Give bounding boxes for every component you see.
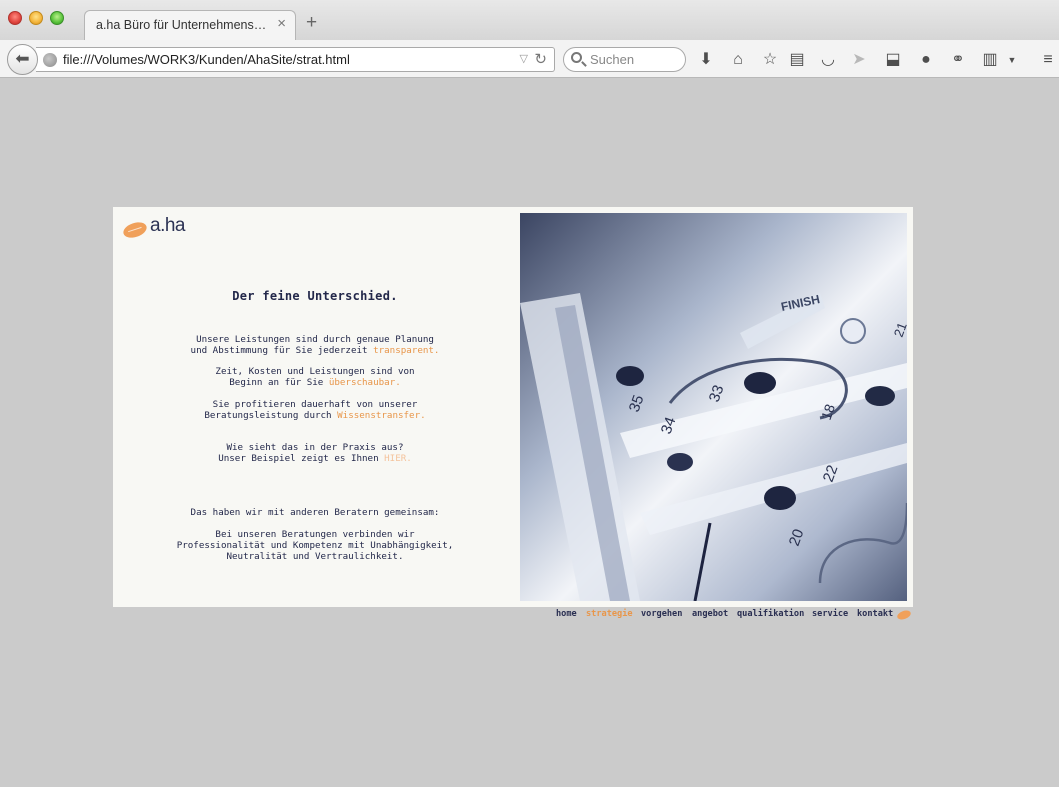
highlight-ueberschaubar: überschaubar. <box>328 377 401 388</box>
highlight-wissenstransfer: Wissenstransfer. <box>337 410 426 421</box>
paragraph-line: Neutralität und Vertraulichkeit. <box>226 551 404 562</box>
window-titlebar: a.ha Büro für Unternehmensfü… × + <box>0 0 1059 40</box>
back-arrow-icon: ⬅ <box>15 49 30 68</box>
url-bar[interactable]: file:///Volumes/WORK3/Kunden/AhaSite/str… <box>36 47 555 72</box>
search-bar[interactable]: Suchen <box>563 47 686 72</box>
nav-logo-mark-icon <box>896 608 912 622</box>
paragraph-line: Bei unseren Beratungen verbinden wir <box>215 529 415 540</box>
logo-text: a.ha <box>150 215 185 236</box>
reading-list-icon[interactable]: ▤ <box>787 50 807 70</box>
content-card: a.ha Der feine Unterschied. Unsere Leist… <box>113 207 913 607</box>
url-history-dropdown-icon[interactable]: ▽ <box>520 52 528 65</box>
reload-icon[interactable]: ↻ <box>534 50 547 68</box>
aha-logo[interactable]: a.ha <box>121 215 193 241</box>
close-window-button[interactable] <box>8 11 22 25</box>
tab-close-icon[interactable]: × <box>277 16 286 32</box>
paragraph-line: Wie sieht das in der Praxis aus? <box>226 442 404 453</box>
paragraph-line: Beginn an für Sie <box>229 377 329 388</box>
paragraph-common: Das haben wir mit anderen Beratern gemei… <box>190 507 440 518</box>
logo-mark-icon <box>121 219 149 241</box>
page-headline: Der feine Unterschied. <box>232 289 398 303</box>
nav-home[interactable]: home <box>556 609 577 619</box>
send-icon[interactable]: ➤ <box>849 50 869 70</box>
paragraph-knowledge: Sie profitieren dauerhaft von unserer Be… <box>113 399 517 421</box>
nav-vorgehen[interactable]: vorgehen <box>641 609 682 619</box>
navigation-toolbar: file:///Volumes/WORK3/Kunden/AhaSite/str… <box>0 40 1059 78</box>
search-input[interactable]: Suchen <box>590 52 634 67</box>
bookmark-star-icon[interactable]: ☆ <box>760 50 780 70</box>
paragraph-line: Professionalität und Kompetenz mit Unabh… <box>176 540 454 551</box>
zoom-window-button[interactable] <box>50 11 64 25</box>
clipboard-icon[interactable]: ▥ <box>980 50 1000 70</box>
paragraph-overview: Zeit, Kosten und Leistungen sind von Beg… <box>113 366 517 388</box>
tab-title: a.ha Büro für Unternehmensfü… <box>96 18 268 32</box>
download-manager-icon[interactable]: ⬓ <box>883 50 903 70</box>
browser-tab[interactable]: a.ha Büro für Unternehmensfü… × <box>84 10 296 40</box>
example-link[interactable]: HIER. <box>384 453 412 464</box>
nav-qualifikation[interactable]: qualifikation <box>737 609 804 619</box>
globe-icon <box>43 53 57 67</box>
nav-service[interactable]: service <box>812 609 848 619</box>
paragraph-transparent: Unsere Leistungen sind durch genaue Plan… <box>113 334 517 356</box>
nav-angebot[interactable]: angebot <box>692 609 728 619</box>
pocket-icon[interactable]: ◡ <box>818 50 838 70</box>
back-button[interactable]: ⬅ <box>7 44 38 75</box>
paragraph-line: Sie profitieren dauerhaft von unserer <box>212 399 418 410</box>
menu-icon[interactable]: ≡ <box>1038 50 1058 70</box>
paragraph-line: Zeit, Kosten und Leistungen sind von <box>215 366 415 377</box>
paragraph-values: Bei unseren Beratungen verbinden wir Pro… <box>113 529 517 562</box>
paragraph-line: Beratungsleistung durch <box>204 410 338 421</box>
paragraph-line: Unsere Leistungen sind durch genaue Plan… <box>196 334 434 345</box>
home-icon[interactable]: ⌂ <box>728 50 748 70</box>
minimize-window-button[interactable] <box>29 11 43 25</box>
highlight-transparent: transparent. <box>373 345 440 356</box>
maze-photo: FINISH 35 34 33 22 20 18 21 <box>520 213 907 601</box>
paragraph-example: Wie sieht das in der Praxis aus? Unser B… <box>113 442 517 464</box>
url-text[interactable]: file:///Volumes/WORK3/Kunden/AhaSite/str… <box>63 52 350 67</box>
new-tab-button[interactable]: + <box>306 13 317 33</box>
maze-illustration: FINISH 35 34 33 22 20 18 21 <box>520 213 907 601</box>
paragraph-line: Unser Beispiel zeigt es Ihnen <box>218 453 385 464</box>
chevron-down-icon[interactable]: ▼ <box>1002 50 1022 70</box>
nav-strategie[interactable]: strategie <box>586 609 633 619</box>
share-icon[interactable]: ⚭ <box>948 50 968 70</box>
paragraph-line: und Abstimmung für Sie jederzeit <box>190 345 374 356</box>
search-icon <box>571 52 582 63</box>
download-icon[interactable]: ⬇ <box>696 50 716 70</box>
chat-icon[interactable]: ● <box>916 50 936 70</box>
nav-kontakt[interactable]: kontakt <box>857 609 893 619</box>
